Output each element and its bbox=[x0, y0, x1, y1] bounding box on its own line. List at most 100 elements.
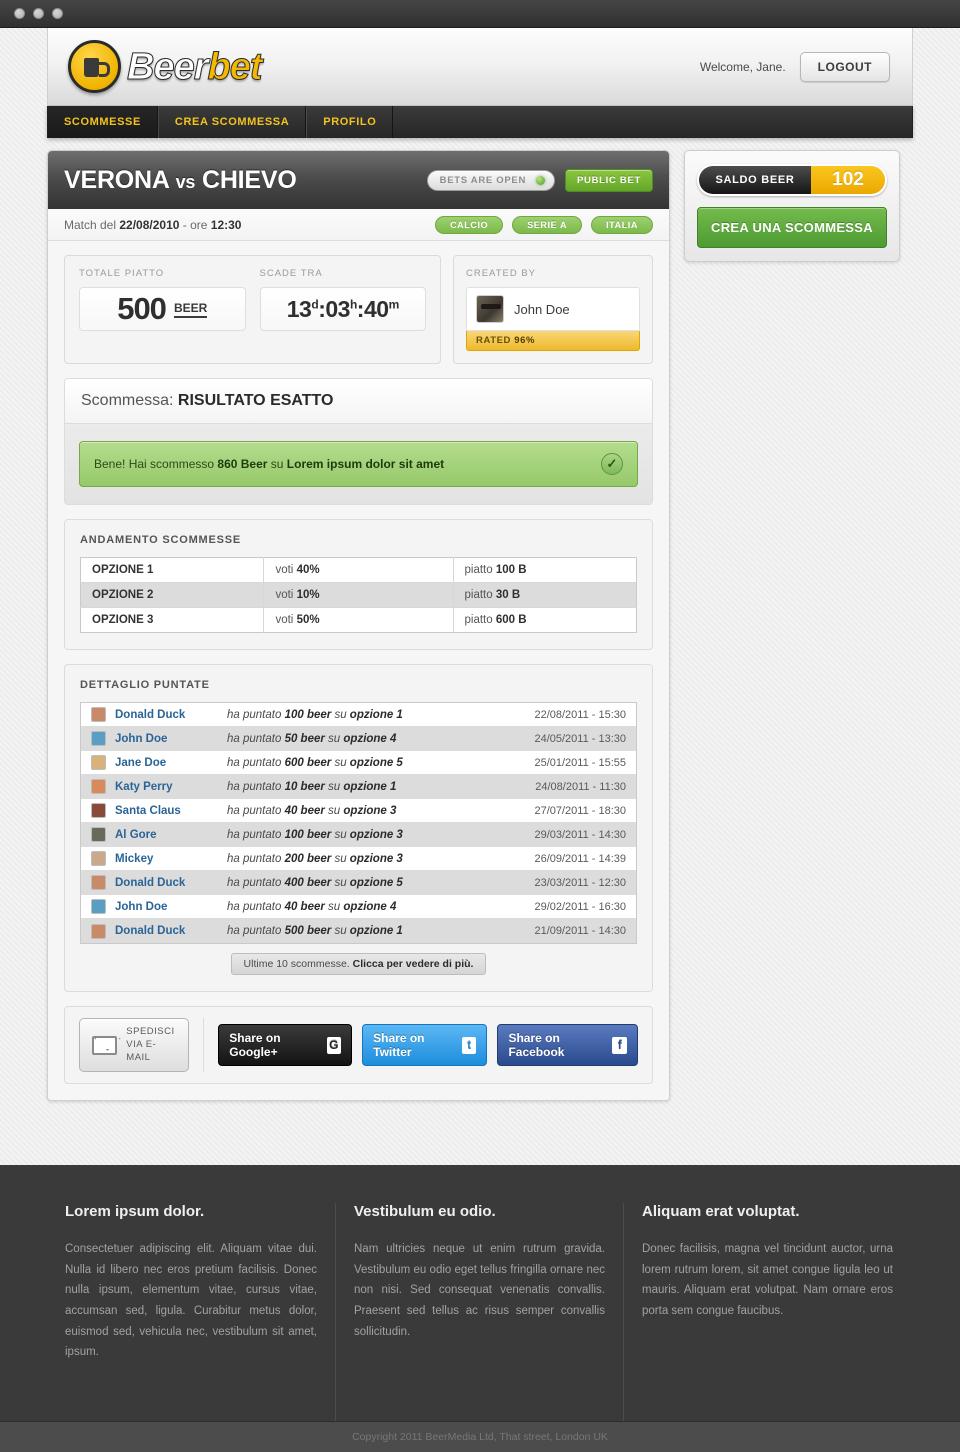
nav-item-scommesse[interactable]: SCOMMESSE bbox=[48, 106, 158, 138]
team-home: VERONA bbox=[64, 165, 169, 194]
bet-row[interactable]: Al Gore ha puntato 100 beer su opzione 3 2… bbox=[81, 823, 636, 847]
match-card-body: TOTALE PIATTO 500 BEER SCADE TRA 13d:03h… bbox=[48, 241, 669, 1101]
bet-row[interactable]: Santa Claus ha puntato 40 beer su opzione… bbox=[81, 799, 636, 823]
nav-item-profilo[interactable]: PROFILO bbox=[306, 106, 394, 138]
avatar bbox=[476, 295, 504, 323]
total-pot-label: TOTALE PIATTO bbox=[79, 268, 165, 279]
trend-option: OPZIONE 1 bbox=[80, 557, 265, 583]
twitter-icon: t bbox=[461, 1036, 477, 1054]
created-by-label: CREATED BY bbox=[466, 268, 537, 279]
table-row[interactable]: OPZIONE 3 voti 50% piatto 600 B bbox=[80, 607, 637, 633]
share-google-button[interactable]: Share on Google+ G bbox=[218, 1024, 353, 1067]
bet-description: ha puntato 500 beer su opzione 1 bbox=[227, 925, 403, 937]
table-row[interactable]: OPZIONE 1 voti 40% piatto 100 B bbox=[80, 557, 637, 583]
details-title: DETTAGLIO PUNTATE bbox=[80, 679, 210, 691]
creator-rating-badge: RATED 96% bbox=[466, 331, 640, 351]
bet-description: ha puntato 400 beer su opzione 5 bbox=[227, 876, 403, 889]
share-facebook-label: Share on Facebook bbox=[508, 1031, 565, 1060]
share-google-label: Share on Google+ bbox=[229, 1031, 281, 1060]
bet-timestamp: 24/05/2011 - 13:30 bbox=[534, 732, 626, 745]
bet-user-link[interactable]: Jane Doe bbox=[115, 757, 227, 769]
avatar bbox=[91, 899, 106, 914]
window-close-button[interactable] bbox=[14, 8, 25, 19]
creator-name: John Doe bbox=[514, 301, 570, 317]
bet-user-link[interactable]: John Doe bbox=[115, 733, 227, 745]
share-twitter-button[interactable]: Share on Twitter t bbox=[362, 1024, 488, 1067]
success-target: Lorem ipsum dolor sit amet bbox=[286, 457, 445, 471]
load-more-button[interactable]: Ultime 10 scommesse. Clicca per vedere d… bbox=[230, 953, 487, 975]
bet-timestamp: 29/02/2011 - 16:30 bbox=[534, 900, 626, 913]
created-by-block: CREATED BY John Doe RATED 96% bbox=[453, 255, 653, 364]
match-header: VERONA vs CHIEVO BETS ARE OPEN PUBLIC BE… bbox=[48, 151, 669, 209]
site-header: Beerbet Welcome, Jane. LOGOUT bbox=[47, 28, 913, 106]
nav-item-crea-scommessa[interactable]: CREA SCOMMESSA bbox=[157, 106, 307, 138]
bet-panel-title: Scommessa: RISULTATO ESATTO bbox=[65, 379, 652, 424]
bet-row[interactable]: Jane Doe ha puntato 600 beer su opzione 5… bbox=[81, 751, 636, 775]
match-date: 22/08/2010 bbox=[119, 217, 180, 232]
main-navigation: SCOMMESSE CREA SCOMMESSA PROFILO bbox=[47, 106, 913, 138]
bet-user-link[interactable]: Donald Duck bbox=[115, 709, 227, 721]
bet-timestamp: 24/08/2011 - 11:30 bbox=[535, 780, 626, 793]
table-row[interactable]: OPZIONE 2 voti 10% piatto 30 B bbox=[80, 582, 637, 608]
bet-user-link[interactable]: Katy Perry bbox=[115, 781, 227, 793]
bet-panel-body: Bene! Hai scommesso 860 Beer su Lorem ip… bbox=[65, 424, 652, 504]
expires-label: SCADE TRA bbox=[259, 268, 323, 279]
avatar bbox=[91, 923, 106, 939]
match-card: VERONA vs CHIEVO BETS ARE OPEN PUBLIC BE… bbox=[47, 150, 670, 1102]
total-pot-value: 500 bbox=[117, 291, 167, 326]
visibility-badge[interactable]: PUBLIC BET bbox=[565, 168, 653, 192]
status-badge-label: BETS ARE OPEN bbox=[439, 174, 526, 186]
creator-row[interactable]: John Doe bbox=[466, 287, 640, 331]
share-facebook-button[interactable]: Share on Facebook f bbox=[497, 1024, 638, 1067]
sidebar: SALDO BEER 102 CREA UNA SCOMMESSA bbox=[684, 150, 900, 1101]
bet-row[interactable]: Donald Duck ha puntato 100 beer su opzion… bbox=[81, 703, 636, 727]
bet-timestamp: 27/07/2011 - 18:30 bbox=[534, 804, 626, 817]
bet-row[interactable]: Katy Perry ha puntato 10 beer su opzione … bbox=[81, 775, 636, 799]
bet-row[interactable]: Donald Duck ha puntato 400 beer su opzion… bbox=[81, 871, 636, 895]
balance-widget: SALDO BEER 102 bbox=[697, 164, 887, 196]
tag-italia[interactable]: ITALIA bbox=[591, 215, 653, 234]
tag-serie-a[interactable]: SERIE A bbox=[512, 215, 583, 234]
avatar bbox=[91, 779, 106, 794]
logo-wordmark: Beerbet bbox=[127, 45, 263, 88]
stats-group: TOTALE PIATTO 500 BEER SCADE TRA 13d:03h… bbox=[64, 255, 441, 364]
bet-description: ha puntato 200 beer su opzione 3 bbox=[227, 852, 403, 865]
header-user-area: Welcome, Jane. LOGOUT bbox=[699, 51, 890, 82]
avatar bbox=[91, 731, 106, 746]
trend-section: ANDAMENTO SCOMMESSE OPZIONE 1 voti 40% p… bbox=[64, 519, 653, 650]
logo-text-beer: Beer bbox=[127, 45, 209, 88]
check-icon: ✓ bbox=[601, 453, 623, 475]
logout-button[interactable]: LOGOUT bbox=[799, 51, 890, 82]
create-bet-button[interactable]: CREA UNA SCOMMESSA bbox=[697, 207, 887, 248]
bet-user-link[interactable]: Santa Claus bbox=[115, 805, 227, 817]
avatar bbox=[91, 803, 106, 818]
window-minimize-button[interactable] bbox=[33, 8, 44, 19]
bet-row[interactable]: John Doe ha puntato 50 beer su opzione 4 2… bbox=[81, 727, 636, 751]
expires-block: SCADE TRA 13d:03h:40m bbox=[259, 268, 426, 351]
trend-option: OPZIONE 3 bbox=[80, 607, 265, 633]
bet-user-link[interactable]: Mickey bbox=[115, 853, 227, 865]
send-email-label: SPEDISCI VIA E-MAIL bbox=[126, 1026, 175, 1063]
bet-timestamp: 23/03/2011 - 12:30 bbox=[534, 876, 626, 889]
total-pot-block: TOTALE PIATTO 500 BEER bbox=[79, 268, 246, 351]
trend-votes: voti 40% bbox=[263, 557, 454, 583]
bet-user-link[interactable]: Donald Duck bbox=[115, 877, 227, 889]
window-maximize-button[interactable] bbox=[52, 8, 63, 19]
tag-calcio[interactable]: CALCIO bbox=[435, 215, 504, 234]
trend-votes: voti 10% bbox=[263, 582, 454, 608]
bet-row[interactable]: Donald Duck ha puntato 500 beer su opzion… bbox=[81, 919, 636, 943]
site-logo[interactable]: Beerbet bbox=[68, 40, 263, 93]
bet-row[interactable]: Mickey ha puntato 200 beer su opzione 3 26… bbox=[81, 847, 636, 871]
bets-list: Donald Duck ha puntato 100 beer su opzion… bbox=[80, 702, 637, 944]
send-email-button[interactable]: SPEDISCI VIA E-MAIL bbox=[79, 1018, 190, 1073]
facebook-icon: f bbox=[612, 1036, 627, 1054]
bet-user-link[interactable]: Al Gore bbox=[115, 829, 227, 841]
bet-row[interactable]: John Doe ha puntato 40 beer su opzione 4 2… bbox=[81, 895, 636, 919]
welcome-message: Welcome, Jane. bbox=[699, 59, 786, 74]
trend-votes: voti 50% bbox=[263, 607, 454, 633]
bet-user-link[interactable]: John Doe bbox=[115, 901, 227, 913]
footer-body: Nam ultricies neque ut enim rutrum gravi… bbox=[354, 1243, 605, 1338]
status-badge[interactable]: BETS ARE OPEN bbox=[426, 169, 555, 191]
bet-user-link[interactable]: Donald Duck bbox=[115, 925, 227, 937]
bet-description: ha puntato 100 beer su opzione 1 bbox=[227, 708, 403, 721]
